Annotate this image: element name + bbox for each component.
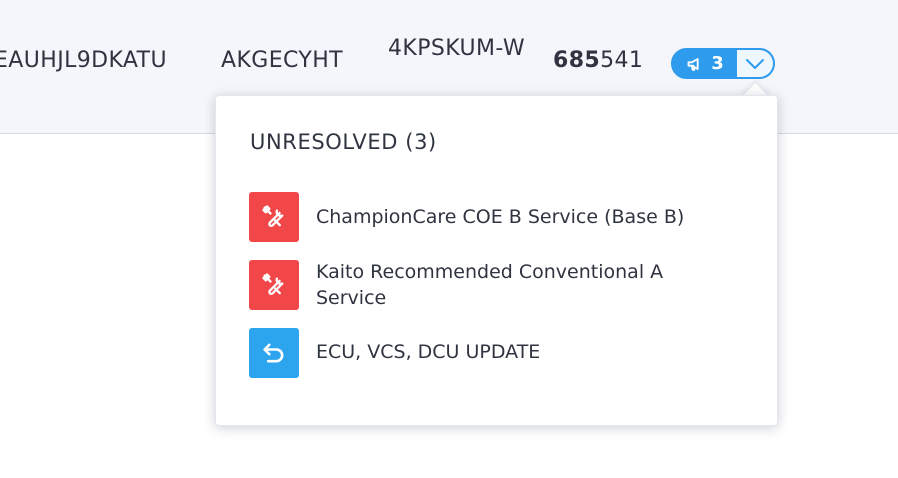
megaphone-icon	[687, 57, 699, 71]
campaign-dropdown-toggle[interactable]	[735, 50, 773, 77]
campaign-count-button[interactable]: 3	[673, 50, 735, 77]
list-item-label: ChampionCare COE B Service (Base B)	[316, 206, 685, 228]
dropdown-title-text: UNRESOLVED	[250, 130, 398, 154]
list-item[interactable]: ECU, VCS, DCU UPDATE	[249, 328, 749, 378]
odometer-rest: 541	[600, 48, 644, 73]
chevron-down-icon	[746, 58, 764, 69]
list-item-label: ECU, VCS, DCU UPDATE	[316, 341, 541, 363]
campaign-count: 3	[711, 53, 724, 74]
tools-icon	[249, 260, 299, 310]
odometer: 685541	[553, 48, 643, 73]
plate-number: 4KPSKUM-W	[388, 36, 525, 61]
vehicle-code: AKGECYHT	[221, 48, 344, 73]
unresolved-dropdown: UNRESOLVED (3) ChampionCare COE B Servic…	[215, 95, 778, 426]
list-item[interactable]: Kaito Recommended Conventional A Service	[249, 260, 749, 311]
list-item-label: Kaito Recommended Conventional A Service	[316, 261, 664, 309]
undo-arrow-icon	[249, 328, 299, 378]
dropdown-title-count: (3)	[405, 130, 437, 154]
dropdown-title: UNRESOLVED (3)	[250, 130, 437, 154]
list-item[interactable]: ChampionCare COE B Service (Base B)	[249, 192, 749, 242]
tools-icon	[249, 192, 299, 242]
campaign-pill[interactable]: 3	[671, 48, 775, 79]
vin-value: EAUHJL9DKATU	[0, 48, 168, 73]
odometer-bold: 685	[553, 48, 601, 73]
